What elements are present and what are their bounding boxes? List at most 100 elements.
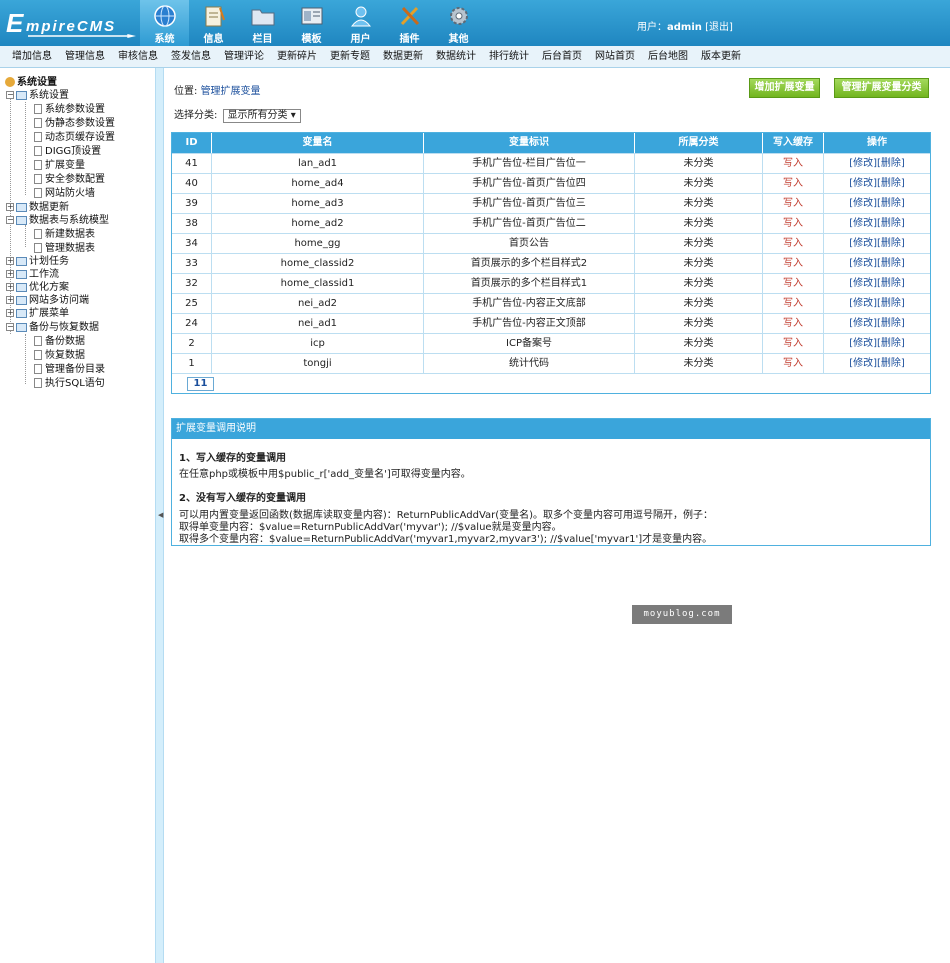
folder-icon <box>16 269 27 279</box>
menu-ranking-stats[interactable]: 排行统计 <box>489 46 529 67</box>
tree-root[interactable]: 系统设置 <box>5 76 57 89</box>
menu-data-update[interactable]: 数据更新 <box>383 46 423 67</box>
topnav-plugin[interactable]: 插件 <box>385 0 434 46</box>
write-cache-link[interactable]: 写入 <box>783 198 803 209</box>
write-cache-link[interactable]: 写入 <box>783 298 803 309</box>
collapse-icon[interactable]: − <box>6 216 14 224</box>
edit-link[interactable]: [修改] <box>849 358 877 369</box>
tree-item-security-params[interactable]: 安全参数配置 <box>34 173 105 186</box>
write-cache-link[interactable]: 写入 <box>783 158 803 169</box>
tree-item-workflow[interactable]: + 工作流 <box>6 268 59 281</box>
delete-link[interactable]: [删除] <box>877 318 905 329</box>
sidebar-splitter[interactable]: ◀ <box>155 68 164 963</box>
write-cache-link[interactable]: 写入 <box>783 258 803 269</box>
write-cache-link[interactable]: 写入 <box>783 238 803 249</box>
tree-item-system-settings[interactable]: − 系统设置 <box>6 89 69 102</box>
menu-data-stats[interactable]: 数据统计 <box>436 46 476 67</box>
topnav-other[interactable]: 其他 <box>434 0 483 46</box>
tree-item-rewrite-params[interactable]: 伪静态参数设置 <box>34 117 115 130</box>
logout-link[interactable]: [退出] <box>705 22 733 33</box>
menu-sign-info[interactable]: 签发信息 <box>171 46 211 67</box>
tree-item-backup-dirs[interactable]: 管理备份目录 <box>34 363 105 376</box>
help-panel: 扩展变量调用说明 1、写入缓存的变量调用 在任意php或模板中用$public_… <box>171 418 931 546</box>
tree-item-restore-data[interactable]: 恢复数据 <box>34 349 85 362</box>
menu-review-info[interactable]: 审核信息 <box>118 46 158 67</box>
expand-icon[interactable]: + <box>6 203 14 211</box>
delete-link[interactable]: [删除] <box>877 298 905 309</box>
edit-link[interactable]: [修改] <box>849 278 877 289</box>
cell-ops: [修改][删除] <box>824 154 930 173</box>
write-cache-link[interactable]: 写入 <box>783 338 803 349</box>
tree-item-data-update[interactable]: + 数据更新 <box>6 201 69 214</box>
delete-link[interactable]: [删除] <box>877 258 905 269</box>
tree-item-new-table[interactable]: 新建数据表 <box>34 228 95 241</box>
category-select[interactable]: 显示所有分类 ▾ <box>222 109 301 123</box>
manage-variable-class-button[interactable]: 管理扩展变量分类 <box>834 78 929 98</box>
delete-link[interactable]: [删除] <box>877 358 905 369</box>
tree-item-system-params[interactable]: 系统参数设置 <box>34 103 105 116</box>
tree-item-optimization[interactable]: + 优化方案 <box>6 281 69 294</box>
tree-item-run-sql[interactable]: 执行SQL语句 <box>34 377 105 390</box>
tree-item-multi-access[interactable]: + 网站多访问端 <box>6 294 89 307</box>
menu-add-info[interactable]: 增加信息 <box>12 46 52 67</box>
delete-link[interactable]: [删除] <box>877 198 905 209</box>
col-header-id[interactable]: ID <box>172 133 212 153</box>
tree-item-tables-models[interactable]: − 数据表与系统模型 <box>6 214 109 227</box>
tree-item-scheduled-tasks[interactable]: + 计划任务 <box>6 255 69 268</box>
menu-admin-home[interactable]: 后台首页 <box>542 46 582 67</box>
menu-admin-map[interactable]: 后台地图 <box>648 46 688 67</box>
edit-link[interactable]: [修改] <box>849 318 877 329</box>
write-cache-link[interactable]: 写入 <box>783 358 803 369</box>
expand-icon[interactable]: + <box>6 270 14 278</box>
edit-link[interactable]: [修改] <box>849 218 877 229</box>
edit-link[interactable]: [修改] <box>849 258 877 269</box>
delete-link[interactable]: [删除] <box>877 338 905 349</box>
write-cache-link[interactable]: 写入 <box>783 278 803 289</box>
tree-item-dynamic-cache[interactable]: 动态页缓存设置 <box>34 131 115 144</box>
topnav-column[interactable]: 栏目 <box>238 0 287 46</box>
topnav-template[interactable]: 模板 <box>287 0 336 46</box>
menu-site-home[interactable]: 网站首页 <box>595 46 635 67</box>
delete-link[interactable]: [删除] <box>877 278 905 289</box>
delete-link[interactable]: [删除] <box>877 218 905 229</box>
menu-update-topics[interactable]: 更新专题 <box>330 46 370 67</box>
tree-item-extend-menu[interactable]: + 扩展菜单 <box>6 307 69 320</box>
edit-link[interactable]: [修改] <box>849 158 877 169</box>
topnav-system[interactable]: 系统 <box>140 0 189 46</box>
add-variable-button[interactable]: 增加扩展变量 <box>749 78 820 98</box>
topnav-user[interactable]: 用户 <box>336 0 385 46</box>
expand-icon[interactable]: + <box>6 257 14 265</box>
menu-version-update[interactable]: 版本更新 <box>701 46 741 67</box>
menu-update-fragments[interactable]: 更新碎片 <box>277 46 317 67</box>
tree-item-extend-vars[interactable]: 扩展变量 <box>34 159 85 172</box>
edit-link[interactable]: [修改] <box>849 238 877 249</box>
edit-link[interactable]: [修改] <box>849 178 877 189</box>
expand-icon[interactable]: + <box>6 296 14 304</box>
edit-link[interactable]: [修改] <box>849 298 877 309</box>
write-cache-link[interactable]: 写入 <box>783 218 803 229</box>
write-cache-link[interactable]: 写入 <box>783 178 803 189</box>
collapse-icon[interactable]: − <box>6 91 14 99</box>
delete-link[interactable]: [删除] <box>877 238 905 249</box>
tree-item-backup-data[interactable]: 备份数据 <box>34 335 85 348</box>
edit-link[interactable]: [修改] <box>849 338 877 349</box>
menu-manage-info[interactable]: 管理信息 <box>65 46 105 67</box>
collapse-arrow-icon[interactable]: ◀ <box>158 511 163 519</box>
tree-item-digg-settings[interactable]: DIGG顶设置 <box>34 145 101 158</box>
write-cache-link[interactable]: 写入 <box>783 318 803 329</box>
collapse-icon[interactable]: − <box>6 323 14 331</box>
breadcrumb-link[interactable]: 管理扩展变量 <box>201 86 261 97</box>
tree-item-backup-restore[interactable]: − 备份与恢复数据 <box>6 321 99 334</box>
edit-link[interactable]: [修改] <box>849 198 877 209</box>
empirecms-logo[interactable]: E mpireCMS <box>6 8 136 38</box>
delete-link[interactable]: [删除] <box>877 158 905 169</box>
topnav-info[interactable]: 信息 <box>189 0 238 46</box>
tree-item-firewall[interactable]: 网站防火墙 <box>34 187 95 200</box>
menu-manage-comments[interactable]: 管理评论 <box>224 46 264 67</box>
delete-link[interactable]: [删除] <box>877 178 905 189</box>
tree-item-manage-tables[interactable]: 管理数据表 <box>34 242 95 255</box>
page-number[interactable]: 11 <box>187 377 214 391</box>
expand-icon[interactable]: + <box>6 309 14 317</box>
help-section2-line3: 取得多个变量内容：$value=ReturnPublicAddVar('myva… <box>179 534 713 545</box>
expand-icon[interactable]: + <box>6 283 14 291</box>
